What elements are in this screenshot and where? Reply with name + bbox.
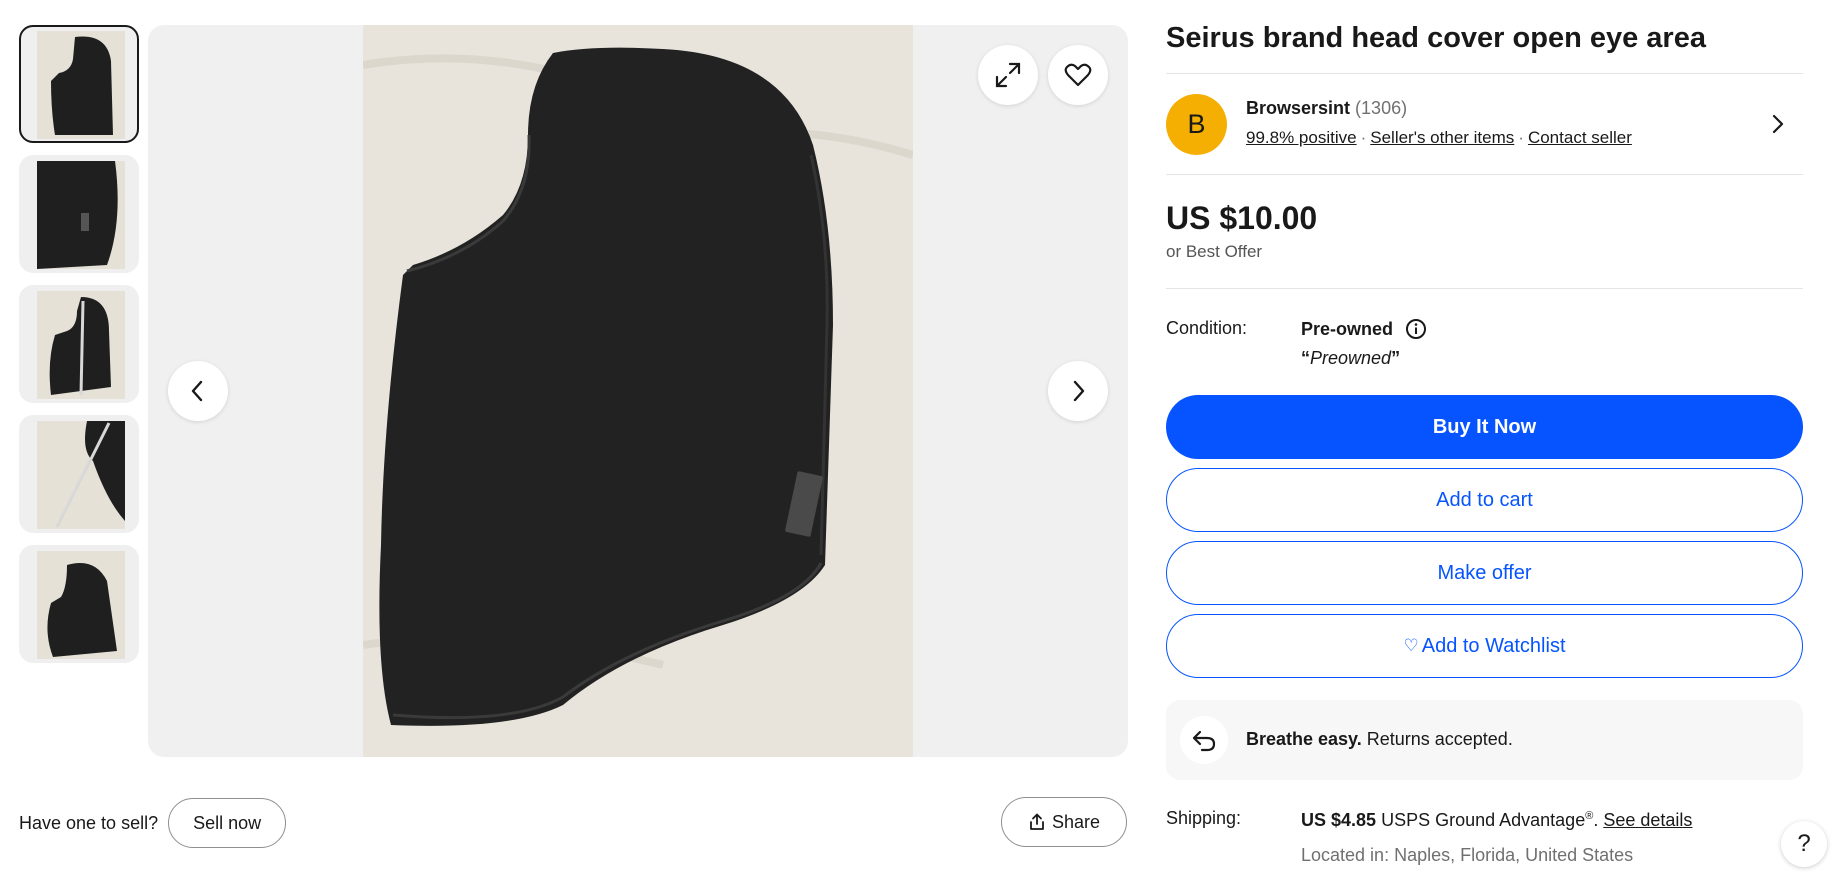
seller-links: 99.8% positive · Seller's other items · Cont… xyxy=(1246,128,1632,148)
price: US $10.00 xyxy=(1166,200,1318,236)
main-gallery xyxy=(148,25,1128,757)
shipping-price: US $4.85 xyxy=(1301,810,1377,830)
avatar[interactable]: B xyxy=(1166,94,1227,155)
share-label: Share xyxy=(1051,811,1101,832)
hood-image xyxy=(37,31,125,139)
make-offer-button[interactable]: Make offer xyxy=(1166,541,1803,605)
thumbnail-2[interactable] xyxy=(19,155,139,273)
see-details-link[interactable]: See details xyxy=(1603,810,1692,830)
divider xyxy=(1166,174,1803,175)
divider xyxy=(1166,73,1803,74)
shipping-value: US $4.85 USPS Ground Advantage®. See det… xyxy=(1301,810,1692,831)
positive-feedback-link[interactable]: 99.8% positive xyxy=(1246,128,1357,147)
condition-note: Preowned xyxy=(1310,348,1392,368)
seller-name[interactable]: Browsersint (1306) xyxy=(1246,98,1407,119)
chevron-right-icon xyxy=(1073,380,1085,402)
returns-bold: Breathe easy. xyxy=(1246,729,1362,749)
condition-description: “Preowned” xyxy=(1301,348,1400,369)
seller-details-button[interactable] xyxy=(1770,112,1786,141)
add-to-watchlist-button[interactable]: ♡ Add to Watchlist xyxy=(1166,614,1803,678)
condition-label: Condition: xyxy=(1166,318,1248,338)
quote-close: ” xyxy=(1391,348,1401,368)
heart-icon: ♡ xyxy=(1403,636,1419,655)
heart-icon xyxy=(1064,63,1092,87)
previous-image-button[interactable] xyxy=(168,361,228,421)
thumbnail-3[interactable] xyxy=(19,285,139,403)
thumbnail-list xyxy=(19,25,139,675)
hood-image xyxy=(37,161,125,269)
returns-text: Breathe easy. Returns accepted. xyxy=(1246,729,1513,750)
sell-question: Have one to sell? xyxy=(19,812,159,833)
separator-dot: · xyxy=(1360,128,1367,147)
next-image-button[interactable] xyxy=(1048,361,1108,421)
watchlist-label: Add to Watchlist xyxy=(1421,634,1566,657)
shipping-service: USPS Ground Advantage xyxy=(1376,810,1586,830)
buy-it-now-button[interactable]: Buy It Now xyxy=(1166,395,1803,459)
thumbnail-1[interactable] xyxy=(19,25,139,143)
expand-icon xyxy=(995,62,1021,88)
shipping-label: Shipping: xyxy=(1166,808,1242,828)
hood-image xyxy=(37,551,125,659)
thumbnail-image xyxy=(37,421,125,529)
page-title: Seirus brand head cover open eye area xyxy=(1166,22,1706,54)
seller-other-items-link[interactable]: Seller's other items xyxy=(1370,128,1514,147)
share-icon xyxy=(1030,813,1044,830)
returns-detail: Returns accepted. xyxy=(1361,729,1513,749)
thumbnail-5[interactable] xyxy=(19,545,139,663)
shipping-separator: . xyxy=(1593,810,1604,830)
hood-image xyxy=(363,25,913,757)
contact-seller-link[interactable]: Contact seller xyxy=(1528,128,1632,147)
sell-now-button[interactable]: Sell now xyxy=(168,798,287,848)
item-location: Located in: Naples, Florida, United Stat… xyxy=(1301,845,1634,865)
sell-prompt: Have one to sell? Sell now xyxy=(19,797,287,849)
seller-username: Browsersint xyxy=(1246,98,1351,118)
seller-feedback-count: (1306) xyxy=(1355,98,1408,118)
condition-text: Pre-owned xyxy=(1301,318,1394,339)
hood-image xyxy=(37,421,125,529)
separator-dot: · xyxy=(1518,128,1524,147)
add-to-cart-button[interactable]: Add to cart xyxy=(1166,468,1803,532)
thumbnail-image xyxy=(37,291,125,399)
hood-image xyxy=(37,291,125,399)
thumbnail-image xyxy=(37,31,125,139)
returns-banner: Breathe easy. Returns accepted. xyxy=(1166,700,1803,780)
condition-value: Pre-owned xyxy=(1301,318,1427,340)
favorite-button[interactable] xyxy=(1048,45,1108,105)
help-button[interactable]: ? xyxy=(1781,821,1827,867)
share-button[interactable]: Share xyxy=(1001,797,1127,847)
chevron-right-icon xyxy=(1772,114,1784,134)
chevron-left-icon xyxy=(191,380,203,402)
main-product-image[interactable] xyxy=(363,25,913,757)
thumbnail-image xyxy=(37,161,125,269)
expand-button[interactable] xyxy=(978,45,1038,105)
thumbnail-image xyxy=(37,551,125,659)
info-icon[interactable] xyxy=(1405,318,1427,340)
divider xyxy=(1166,288,1803,289)
thumbnail-4[interactable] xyxy=(19,415,139,533)
best-offer-note: or Best Offer xyxy=(1166,242,1263,261)
return-arrow-icon xyxy=(1180,716,1228,764)
quote-open: “ xyxy=(1301,348,1310,368)
